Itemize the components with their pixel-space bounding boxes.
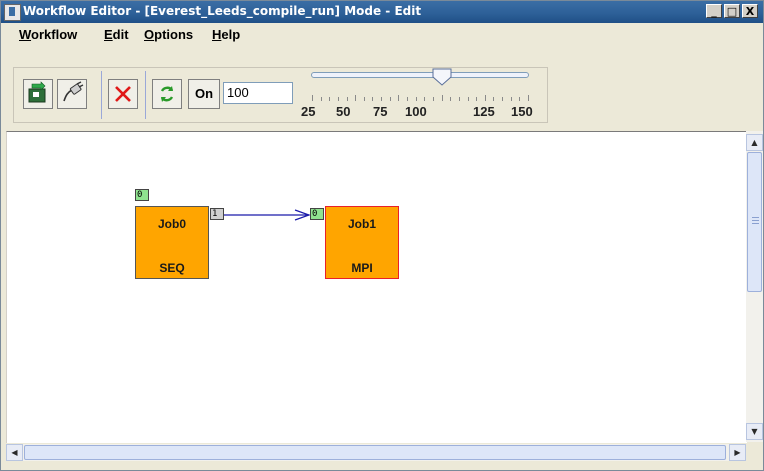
slider-tick <box>415 97 417 101</box>
close-button[interactable]: X <box>742 4 758 18</box>
slider-tick <box>424 97 426 101</box>
horizontal-scroll-thumb[interactable] <box>24 445 726 460</box>
job0-output-port[interactable]: 1 <box>210 208 224 220</box>
zoom-slider-track[interactable] <box>311 72 529 78</box>
menu-options[interactable]: Options <box>144 27 193 42</box>
horizontal-scrollbar[interactable]: ◀ ▶ <box>6 444 746 461</box>
minimize-button[interactable]: _ <box>706 4 722 18</box>
slider-tick <box>337 97 339 101</box>
job-name: Job1 <box>347 217 376 231</box>
menu-bar: Workflow Edit Options Help <box>1 23 763 45</box>
job-name: Job0 <box>157 217 186 231</box>
menu-help[interactable]: Help <box>212 27 240 42</box>
menu-workflow[interactable]: Workflow <box>19 27 77 42</box>
add-job-icon <box>28 81 46 103</box>
grip-line <box>752 223 759 224</box>
vertical-scroll-thumb[interactable] <box>747 152 762 292</box>
vertical-scrollbar[interactable]: ▲ ▼ <box>746 131 763 442</box>
slider-tick <box>320 97 322 101</box>
slider-tick <box>510 97 512 101</box>
slider-tick <box>381 97 383 101</box>
slider-tick <box>528 95 529 101</box>
zoom-label: 100 <box>405 104 427 119</box>
slider-tick <box>372 97 374 101</box>
job0-input-port[interactable]: 0 <box>135 189 149 201</box>
scroll-right-button[interactable]: ▶ <box>729 444 746 461</box>
slider-tick <box>450 97 452 101</box>
job1-input-port[interactable]: 0 <box>310 208 324 220</box>
on-toggle-button[interactable]: On <box>188 79 220 109</box>
slider-tick <box>476 97 478 101</box>
grip-line <box>752 220 759 221</box>
scroll-left-button[interactable]: ◀ <box>6 444 23 461</box>
slider-tick <box>441 95 443 101</box>
refresh-button[interactable] <box>152 79 182 109</box>
toolbar-separator <box>145 71 146 119</box>
slider-tick <box>432 97 434 101</box>
job-node-job0[interactable]: Job0 SEQ <box>135 206 209 279</box>
slider-tick <box>484 95 486 101</box>
zoom-label: 125 <box>473 104 495 119</box>
zoom-label: 75 <box>373 104 388 119</box>
grip-line <box>752 217 759 218</box>
zoom-label: 150 <box>511 104 533 119</box>
job-type: MPI <box>351 261 373 275</box>
delete-x-icon <box>115 86 131 102</box>
slider-tick <box>519 97 521 101</box>
workflow-editor-window: Workflow Editor - [Everest_Leeds_compile… <box>0 0 764 471</box>
connection-layer <box>223 209 311 221</box>
scroll-up-button[interactable]: ▲ <box>746 134 763 151</box>
delete-button[interactable] <box>108 79 138 109</box>
slider-tick <box>346 97 348 101</box>
slider-tick <box>407 97 409 101</box>
refresh-icon <box>160 86 174 102</box>
job-node-job1[interactable]: Job1 MPI <box>325 206 399 279</box>
plug-icon <box>63 81 84 102</box>
add-job-button[interactable] <box>23 79 53 109</box>
slider-tick <box>502 97 504 101</box>
menu-edit[interactable]: Edit <box>104 27 129 42</box>
title-bar[interactable]: Workflow Editor - [Everest_Leeds_compile… <box>1 1 763 23</box>
slider-tick <box>467 97 469 101</box>
slider-tick <box>458 97 460 101</box>
slider-tick <box>329 97 331 101</box>
slider-tick <box>389 97 391 101</box>
zoom-label: 50 <box>336 104 351 119</box>
window-title: Workflow Editor - [Everest_Leeds_compile… <box>23 4 422 18</box>
scroll-down-button[interactable]: ▼ <box>746 423 763 440</box>
workflow-canvas[interactable]: 0 Job0 SEQ 1 0 Job1 MPI <box>6 131 747 443</box>
slider-tick <box>493 97 495 101</box>
slider-tick <box>312 95 313 101</box>
zoom-value-input[interactable]: 100 <box>223 82 293 104</box>
slider-tick <box>363 97 365 101</box>
maximize-button[interactable]: □ <box>724 4 740 18</box>
slider-tick <box>355 95 357 101</box>
zoom-slider-thumb[interactable] <box>432 68 452 86</box>
job-type: SEQ <box>159 261 185 275</box>
toolbar-separator <box>101 71 102 119</box>
zoom-label: 25 <box>301 104 316 119</box>
connect-button[interactable] <box>57 79 87 109</box>
java-app-icon <box>4 4 21 21</box>
slider-tick <box>398 95 400 101</box>
